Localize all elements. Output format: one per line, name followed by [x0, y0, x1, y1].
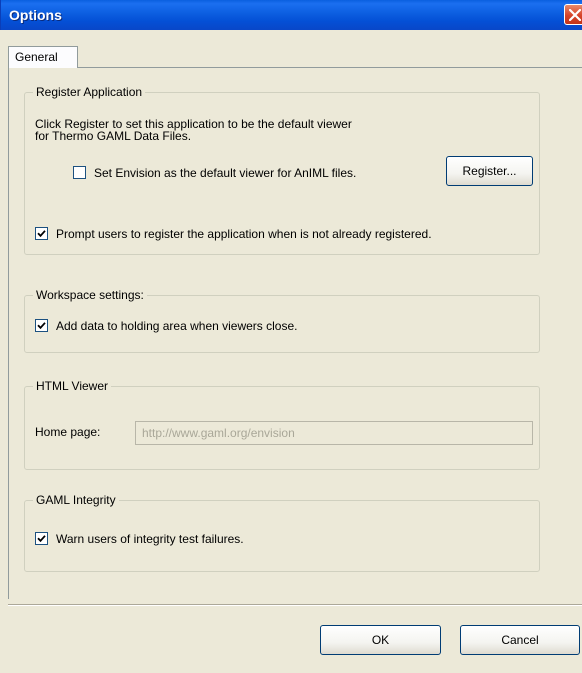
register-button[interactable]: Register...	[446, 156, 533, 186]
title-bar[interactable]: Options	[0, 0, 582, 30]
holding-area-checkbox[interactable]	[35, 319, 48, 332]
html-viewer-group: HTML Viewer Home page: http://www.gaml.o…	[24, 378, 540, 470]
footer-separator	[8, 604, 582, 606]
holding-area-label[interactable]: Add data to holding area when viewers cl…	[56, 319, 297, 333]
gaml-integrity-group: GAML Integrity Warn users of integrity t…	[24, 492, 540, 572]
set-default-viewer-label[interactable]: Set Envision as the default viewer for A…	[94, 166, 356, 180]
ok-button[interactable]: OK	[320, 625, 441, 655]
tab-general[interactable]: General	[8, 46, 78, 68]
prompt-register-checkbox[interactable]	[35, 227, 48, 240]
gaml-integrity-title: GAML Integrity	[33, 492, 119, 508]
close-icon	[569, 9, 581, 21]
checkmark-icon	[37, 322, 46, 330]
warn-integrity-checkbox[interactable]	[35, 532, 48, 545]
html-viewer-title: HTML Viewer	[33, 378, 112, 394]
checkmark-icon	[37, 230, 46, 238]
register-application-title: Register Application	[33, 84, 146, 100]
workspace-settings-title: Workspace settings:	[33, 287, 147, 303]
cancel-button[interactable]: Cancel	[460, 625, 580, 655]
workspace-settings-group: Workspace settings: Add data to holding …	[24, 287, 540, 353]
home-page-input[interactable]: http://www.gaml.org/envision	[135, 421, 533, 445]
register-application-group: Register Application Click Register to s…	[24, 84, 540, 255]
set-default-viewer-checkbox[interactable]	[73, 166, 86, 179]
tab-general-label: General	[15, 50, 58, 64]
prompt-register-label[interactable]: Prompt users to register the application…	[56, 227, 432, 241]
close-button[interactable]	[564, 4, 582, 25]
home-page-label: Home page:	[35, 425, 101, 439]
window-title: Options	[9, 7, 62, 23]
checkmark-icon	[37, 535, 46, 543]
options-dialog: Options General Register Application Cli…	[0, 0, 582, 673]
register-description-line2: for Thermo GAML Data Files.	[35, 129, 192, 143]
warn-integrity-label[interactable]: Warn users of integrity test failures.	[56, 532, 244, 546]
